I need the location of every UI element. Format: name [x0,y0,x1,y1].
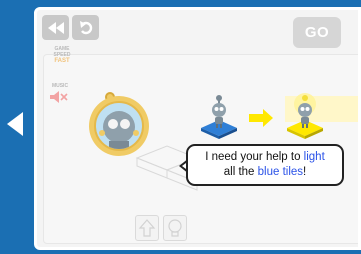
robot-avatar [89,96,149,156]
command-slot-1[interactable] [135,215,159,241]
undo-button[interactable] [72,15,99,40]
bubble-highlight-blue-tiles: blue tiles [257,166,304,178]
bubble-text-3: ! [303,166,307,178]
robot-small-lit [294,93,316,128]
bubble-highlight-light: light [303,151,325,163]
game-speed-value: FAST [54,58,70,64]
command-palette [135,215,187,241]
bubble-text-1: I need your help to [205,151,304,163]
game-speed-control[interactable]: GAME SPEED FAST [47,46,77,64]
left-rail [0,0,34,254]
left-arrow-icon[interactable] [7,112,23,136]
command-slot-2[interactable] [163,215,187,241]
speaker-muted-icon[interactable] [50,91,68,103]
music-label: MUSIC [51,83,69,89]
tutorial-demo [201,93,323,139]
go-label: GO [304,24,330,41]
speech-bubble: I need your help to light all the blue t… [186,144,344,186]
bubble-text-2: all the [223,166,258,178]
up-arrow-icon [138,219,156,237]
rewind-icon [47,21,64,34]
game-board: GO GAME SPEED FAST MUSIC I need your hel… [34,7,361,250]
rewind-button[interactable] [42,15,69,40]
undo-icon [79,20,92,34]
avatar-window [94,101,144,151]
robot-face-icon [99,111,139,149]
arrow-icon [249,109,273,127]
go-button[interactable]: GO [293,17,341,48]
bulb-icon [168,219,182,237]
